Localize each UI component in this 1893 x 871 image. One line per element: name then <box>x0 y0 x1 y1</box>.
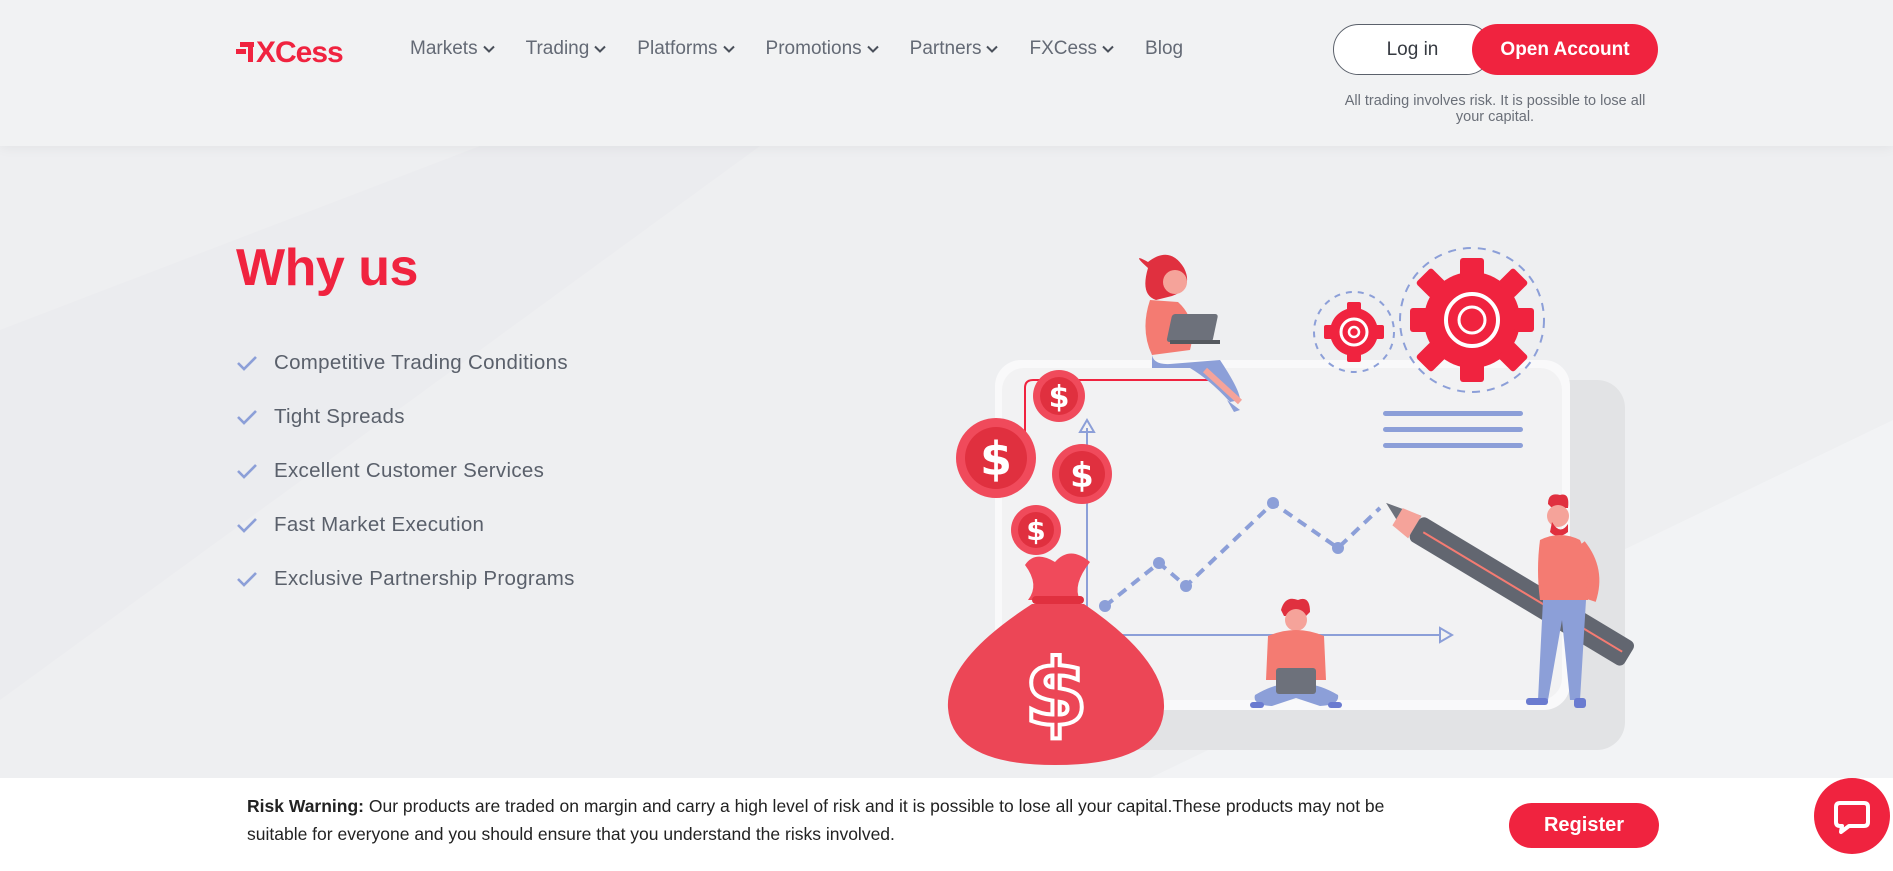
text-line <box>1383 427 1523 432</box>
trend-point <box>1332 542 1344 554</box>
dollar-coin-icon: $ <box>1052 444 1112 504</box>
check-icon <box>237 356 257 371</box>
chevron-down-icon <box>722 45 735 53</box>
check-icon <box>237 410 257 425</box>
chevron-down-icon <box>1102 45 1114 53</box>
register-button[interactable]: Register <box>1509 803 1659 848</box>
svg-text:XCess: XCess <box>256 36 343 66</box>
trend-point <box>1099 600 1111 612</box>
text-line <box>1383 443 1523 448</box>
nav-promotions[interactable]: Promotions <box>766 38 880 60</box>
svg-text:$: $ <box>1026 514 1045 547</box>
chevron-down-icon <box>866 45 879 53</box>
check-icon <box>237 572 257 587</box>
text-line <box>1383 411 1523 416</box>
risk-warning-bar: Risk Warning: Our products are traded on… <box>0 778 1893 871</box>
list-item: Fast Market Execution <box>236 498 575 552</box>
dollar-coin-icon: $ <box>1011 505 1061 555</box>
list-item: Exclusive Partnership Programs <box>236 552 575 606</box>
risk-warning-label: Risk Warning: <box>247 796 364 816</box>
trend-point <box>1153 557 1165 569</box>
fxcess-logo[interactable]: XCess <box>236 36 366 66</box>
dollar-coin-icon: $ <box>1033 370 1085 422</box>
svg-text:$: $ <box>1024 640 1088 747</box>
header-risk-note: All trading involves risk. It is possibl… <box>1344 93 1646 125</box>
chat-button[interactable] <box>1814 778 1890 854</box>
list-item: Excellent Customer Services <box>236 444 575 498</box>
risk-warning-body: Our products are traded on margin and ca… <box>247 796 1385 844</box>
login-button[interactable]: Log in <box>1333 24 1492 75</box>
nav-blog[interactable]: Blog <box>1145 38 1183 60</box>
nav-markets[interactable]: Markets <box>410 38 496 60</box>
nav-trading[interactable]: Trading <box>526 38 608 60</box>
trend-point <box>1267 497 1279 509</box>
list-item: Competitive Trading Conditions <box>236 336 575 390</box>
trading-illustration: $ $ $ $ $ <box>947 247 1634 765</box>
trend-point <box>1180 580 1192 592</box>
svg-text:$: $ <box>1049 380 1070 415</box>
main-nav: Markets Trading Platforms Promotions Par… <box>410 38 1213 60</box>
nav-partners[interactable]: Partners <box>910 38 1000 60</box>
chevron-down-icon <box>482 45 495 53</box>
nav-fxcess[interactable]: FXCess <box>1029 38 1115 60</box>
features-list: Competitive Trading Conditions Tight Spr… <box>236 336 575 606</box>
open-account-button[interactable]: Open Account <box>1472 24 1658 75</box>
dollar-coin-icon: $ <box>956 418 1036 498</box>
chevron-down-icon <box>594 45 607 53</box>
chat-icon <box>1834 801 1870 834</box>
nav-platforms[interactable]: Platforms <box>637 38 735 60</box>
check-icon <box>237 518 257 533</box>
check-icon <box>237 464 257 479</box>
svg-text:$: $ <box>980 432 1012 486</box>
risk-warning-text: Risk Warning: Our products are traded on… <box>247 792 1397 848</box>
chevron-down-icon <box>986 45 999 53</box>
svg-text:$: $ <box>1070 456 1094 496</box>
section-title: Why us <box>236 239 418 297</box>
site-header: XCess Markets Trading Platforms Promotio… <box>0 0 1893 146</box>
list-item: Tight Spreads <box>236 390 575 444</box>
